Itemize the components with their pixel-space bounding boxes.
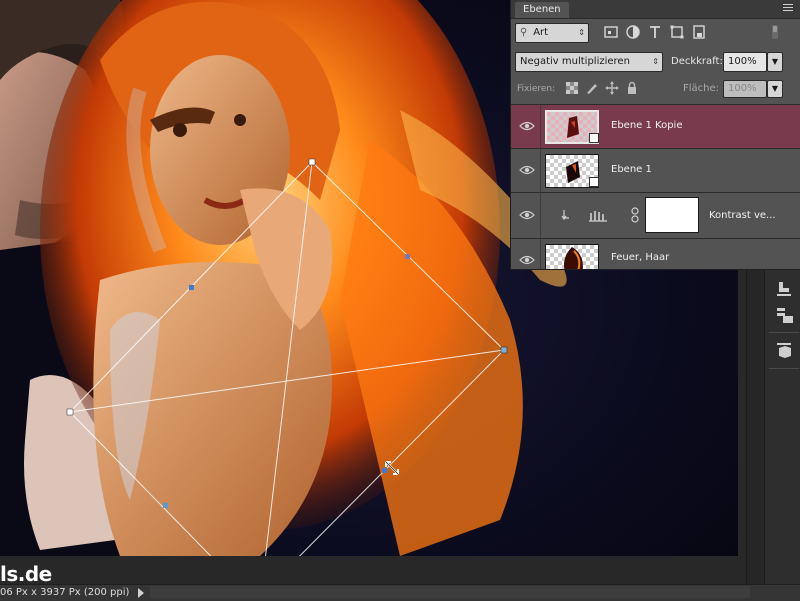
- lock-move-icon[interactable]: [605, 81, 619, 95]
- opacity-input[interactable]: 100%: [723, 52, 767, 72]
- lock-transparent-icon[interactable]: [565, 81, 579, 95]
- layer-name[interactable]: Kontrast ve...: [709, 209, 776, 223]
- fill-input[interactable]: 100%: [723, 80, 767, 98]
- updown-arrow-icon: ⇕: [652, 57, 659, 66]
- layer-name[interactable]: Ebene 1: [611, 163, 652, 177]
- visibility-toggle[interactable]: [511, 239, 541, 269]
- brush-preset-icon[interactable]: [771, 278, 797, 300]
- chevron-down-icon: ▼: [771, 57, 779, 66]
- fill-label: Fläche:: [683, 83, 720, 94]
- filter-smart-object-icon[interactable]: [691, 24, 707, 40]
- layer-row-ebene-1-kopie[interactable]: Ebene 1 Kopie: [511, 105, 800, 149]
- layer-row-ebene-1[interactable]: Ebene 1: [511, 149, 800, 193]
- tab-ebenen[interactable]: Ebenen: [515, 2, 569, 18]
- watermark: ls.de: [0, 562, 52, 586]
- filter-kind-label: Art: [533, 27, 549, 38]
- opacity-dropdown-button[interactable]: ▼: [767, 52, 783, 72]
- layer-row-feuer-haar[interactable]: Feuer, Haar: [511, 239, 800, 269]
- layer-name[interactable]: Ebene 1 Kopie: [611, 119, 682, 133]
- panel-menu-icon[interactable]: [783, 4, 793, 12]
- panel-dock: [764, 270, 800, 600]
- smart-object-badge-icon: [589, 133, 599, 143]
- layer-row-kontrast[interactable]: Kontrast ve...: [511, 193, 800, 239]
- warp-handles: [66, 158, 508, 508]
- chain-link-icon[interactable]: [631, 207, 639, 223]
- layer-list: Ebene 1 Kopie Ebene 1 Kontrast ve... Feu…: [511, 104, 800, 269]
- search-icon: ⚲: [520, 27, 528, 38]
- filter-pixel-icon[interactable]: [603, 24, 619, 40]
- filter-kind-dropdown[interactable]: ⚲ Art ⇕: [515, 23, 589, 43]
- resize-cursor-icon: [385, 461, 399, 475]
- brightness-contrast-icon: [589, 211, 607, 222]
- lock-brush-icon[interactable]: [585, 81, 599, 95]
- document-info: 06 Px x 3937 Px (200 ppi): [0, 587, 130, 598]
- panel-tabbar: Ebenen: [511, 0, 800, 19]
- updown-arrow-icon: ⇕: [578, 28, 585, 37]
- lock-label: Fixieren:: [517, 84, 556, 94]
- horizontal-scrollbar[interactable]: [150, 586, 750, 598]
- chevron-down-icon: ▼: [771, 84, 779, 93]
- eye-icon: [519, 255, 535, 265]
- clone-source-icon[interactable]: [771, 304, 797, 326]
- vertical-scrollbar[interactable]: [746, 270, 761, 586]
- lock-all-icon[interactable]: [625, 81, 639, 95]
- visibility-toggle[interactable]: [511, 105, 541, 149]
- blend-mode-label: Negativ multiplizieren: [520, 56, 630, 67]
- filter-toggle-icon[interactable]: [767, 24, 783, 40]
- visibility-toggle[interactable]: [511, 193, 541, 239]
- triangle-right-icon[interactable]: [138, 588, 144, 598]
- eye-icon: [519, 210, 535, 220]
- blend-mode-dropdown[interactable]: Negativ multiplizieren ⇕: [515, 52, 663, 72]
- filter-type-icon[interactable]: [647, 24, 663, 40]
- layer-thumbnail: [545, 244, 599, 269]
- eye-icon: [519, 165, 535, 175]
- layers-panel: Ebenen ⚲ Art ⇕ Negativ multiplizieren ⇕ …: [510, 0, 800, 270]
- eye-icon: [519, 121, 535, 131]
- layer-mask-thumbnail[interactable]: [645, 197, 699, 233]
- opacity-label: Deckkraft:: [671, 56, 723, 67]
- 3d-icon[interactable]: [771, 340, 797, 362]
- visibility-toggle[interactable]: [511, 149, 541, 193]
- filter-shape-icon[interactable]: [669, 24, 685, 40]
- smart-object-badge-icon: [589, 177, 599, 187]
- filter-adjustment-icon[interactable]: [625, 24, 641, 40]
- clipping-arrow-icon: [561, 210, 569, 221]
- fill-dropdown-button[interactable]: ▼: [767, 80, 783, 98]
- layer-name[interactable]: Feuer, Haar: [611, 251, 669, 265]
